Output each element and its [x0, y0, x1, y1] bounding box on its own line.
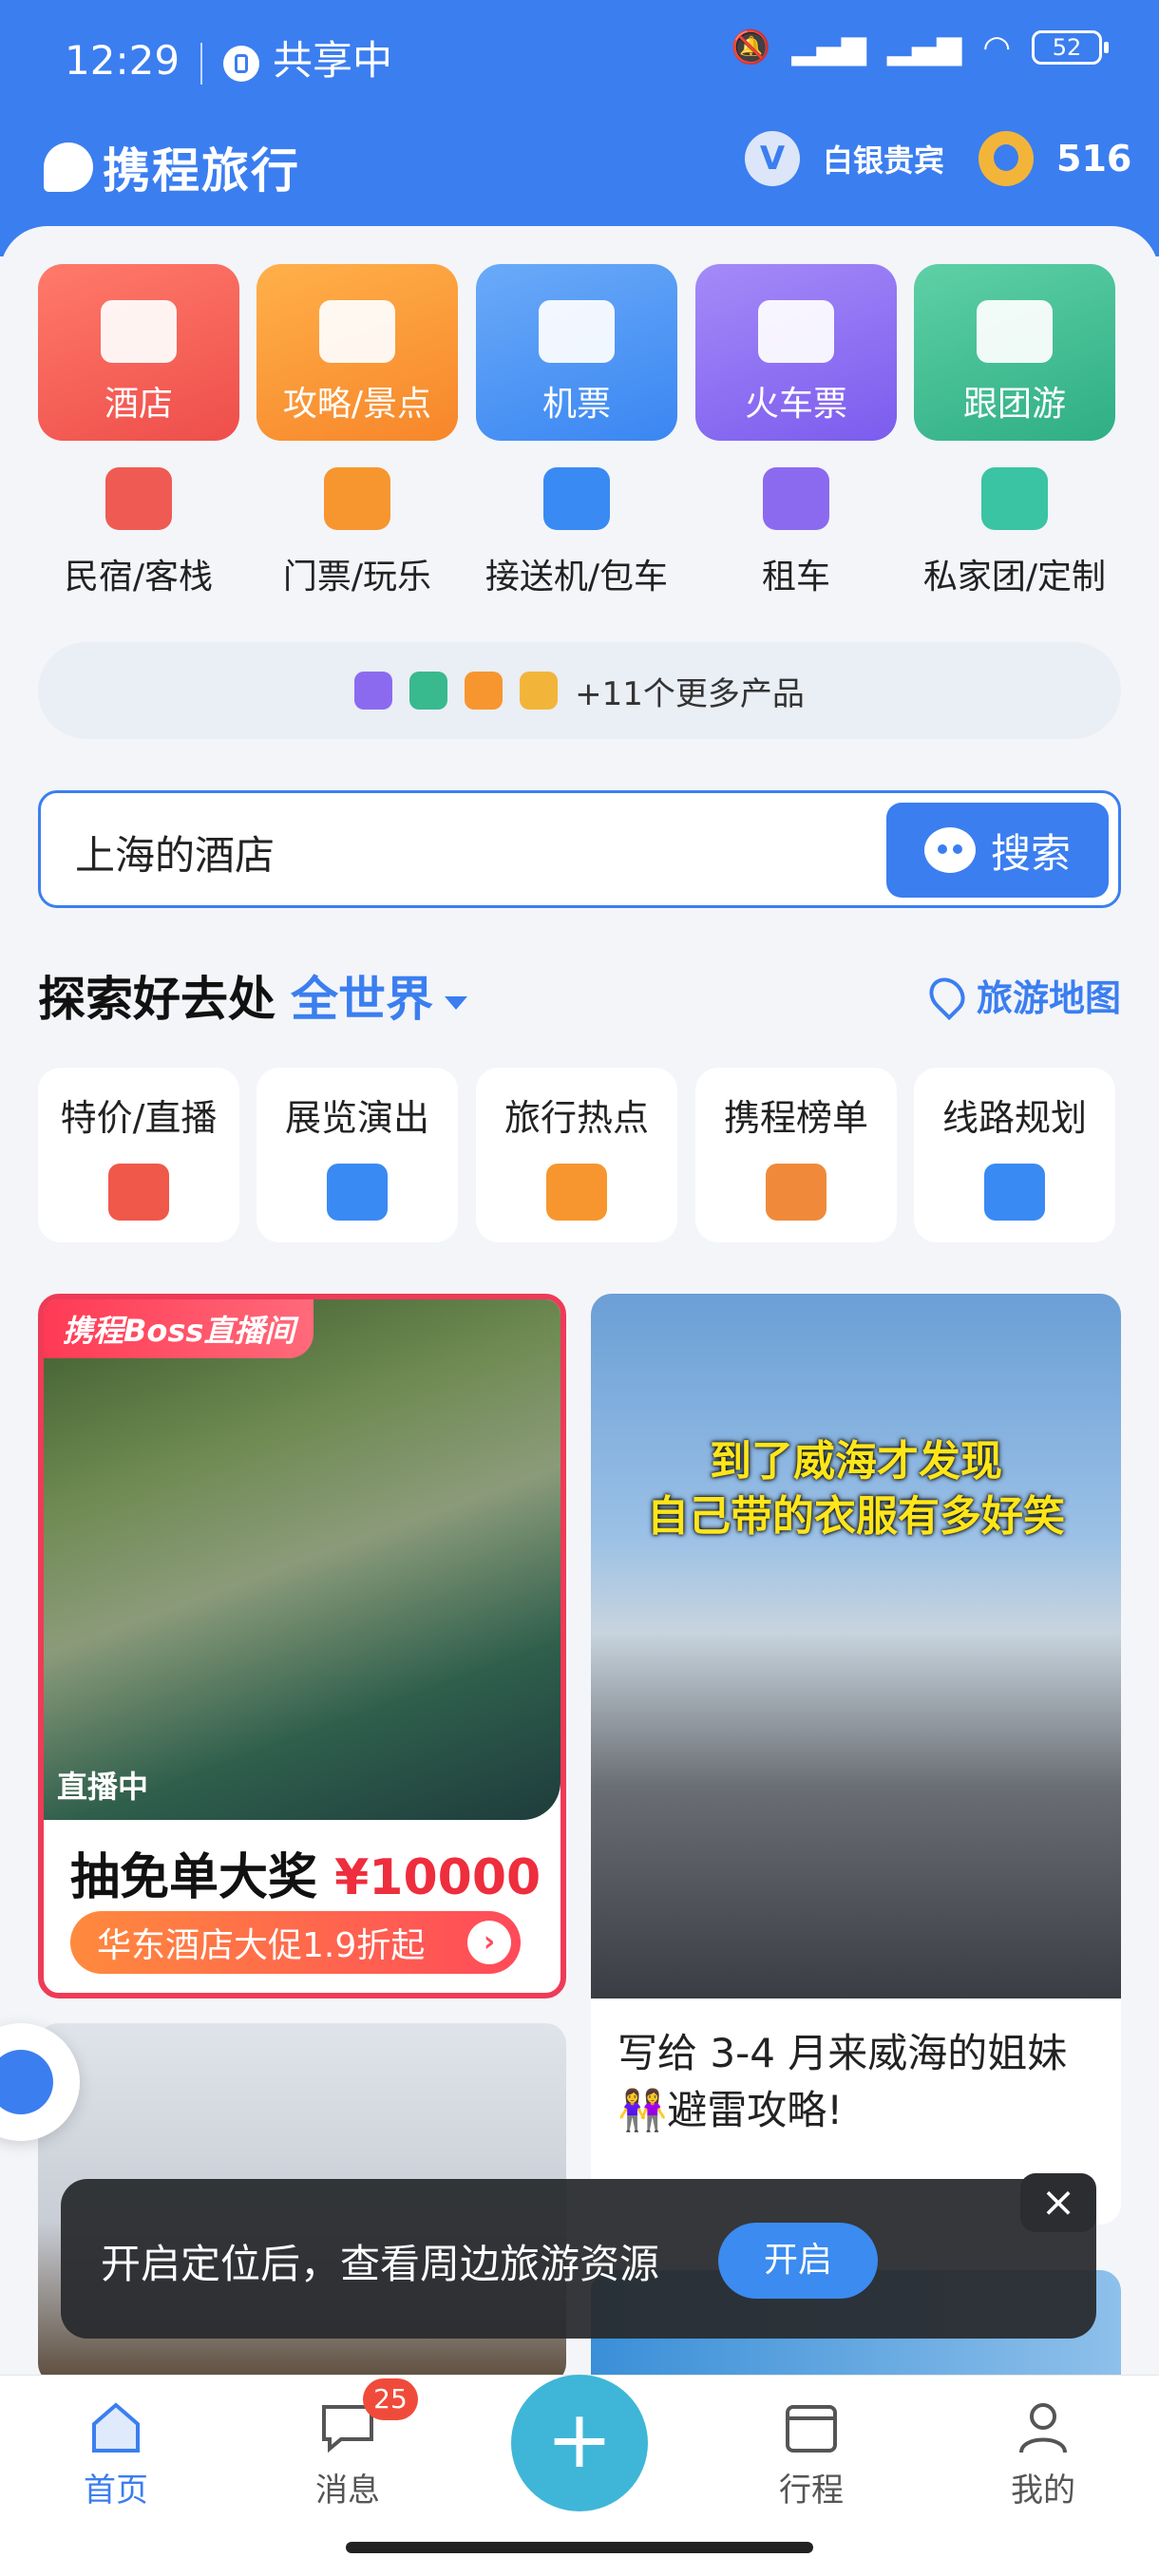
chip-hot-spots[interactable]: 旅行热点: [476, 1068, 677, 1242]
sub-car-rental[interactable]: 租车: [687, 467, 905, 598]
live-room-tag: 携程Boss直播间: [44, 1299, 314, 1358]
member-level[interactable]: V 白银贵宾: [745, 131, 944, 186]
promo-title: 抽免单大奖 ¥10000: [70, 1849, 542, 1906]
points[interactable]: 516: [978, 131, 1131, 186]
tab-trips[interactable]: 行程: [735, 2396, 887, 2510]
category-tour[interactable]: 跟团游: [914, 264, 1115, 441]
category-train[interactable]: 火车票: [695, 264, 897, 441]
coin-icon: [978, 131, 1034, 186]
house-icon: [105, 467, 172, 530]
chip-deals-live[interactable]: 特价/直播: [38, 1068, 239, 1242]
category-hotel[interactable]: 酒店: [38, 264, 239, 441]
more-products-bar[interactable]: +11个更多产品: [38, 642, 1121, 739]
wifi-icon: ◠: [982, 28, 1011, 66]
ranking-icon: [766, 1164, 826, 1221]
music-note-icon: [327, 1164, 388, 1221]
book-icon: [319, 300, 395, 363]
toast-message: 开启定位后，查看周边旅游资源: [101, 2241, 660, 2287]
close-icon[interactable]: ×: [1020, 2173, 1096, 2232]
robot-icon: [923, 827, 976, 873]
visa-icon: [465, 672, 504, 710]
post-title: 写给 3-4 月来威海的姐妹👭避雷攻略!: [618, 2030, 1068, 2133]
ctrip-logo: 携程旅行: [44, 133, 300, 201]
calendar-icon: [786, 2405, 837, 2453]
message-badge: 25: [363, 2378, 418, 2420]
chip-route-planning[interactable]: 线路规划: [914, 1068, 1115, 1242]
dolphin-logo-icon: [44, 142, 93, 192]
sub-private-tour[interactable]: 私家团/定制: [905, 467, 1124, 598]
user-icon: [1019, 2403, 1067, 2453]
sub-homestay[interactable]: 民宿/客栈: [29, 467, 248, 598]
signal-icon-2: ▂▄▆: [886, 28, 962, 66]
home-indicator[interactable]: [346, 2542, 813, 2553]
signal-icon: ▂▄▆: [791, 28, 866, 66]
home-icon: [92, 2402, 140, 2453]
tag-icon: [108, 1164, 169, 1221]
resort-aerial-image: [44, 1299, 560, 1820]
bus-icon: [354, 672, 393, 710]
live-indicator: 直播中: [57, 1769, 149, 1805]
vip-badge-icon: V: [745, 131, 800, 186]
mute-bell-icon: 🔕: [731, 28, 771, 66]
map-fold-icon: [546, 1164, 607, 1221]
tab-mine[interactable]: 我的: [967, 2396, 1119, 2510]
region-selector[interactable]: 全世界: [291, 972, 433, 1027]
arrow-right-icon: ›: [467, 1921, 511, 1964]
post-card[interactable]: 到了威海才发现 自己带的衣服有多好笑 写给 3-4 月来威海的姐妹👭避雷攻略!: [591, 1294, 1121, 2225]
weihai-photo: [591, 1294, 1121, 1998]
status-bar: 12:29 共享中: [65, 28, 392, 86]
money-bag-icon: [520, 672, 559, 710]
hotel-icon: [101, 300, 177, 363]
category-flight[interactable]: 机票: [476, 264, 677, 441]
route-icon: [984, 1164, 1045, 1221]
search-input[interactable]: 上海的酒店: [75, 824, 275, 881]
sale-banner[interactable]: 华东酒店大促1.9折起 ›: [70, 1911, 521, 1974]
diamond-person-icon: [981, 467, 1048, 530]
palm-tree-icon: [977, 300, 1053, 363]
caret-down-icon[interactable]: [445, 995, 467, 1010]
photo-caption: 到了威海才发现 自己带的衣服有多好笑: [647, 1437, 1065, 1541]
status-share: 共享中: [273, 37, 393, 84]
rental-car-icon: [763, 467, 829, 530]
chip-rankings[interactable]: 携程榜单: [695, 1068, 897, 1242]
category-guide[interactable]: 攻略/景点: [256, 264, 458, 441]
live-stream-card[interactable]: 携程Boss直播间 直播中 抽免单大奖 ¥10000 华东酒店大促1.9折起 ›: [38, 1294, 566, 1998]
search-box[interactable]: 上海的酒店 搜索: [38, 790, 1121, 908]
ship-icon: [409, 672, 448, 710]
tab-home[interactable]: 首页: [40, 2396, 192, 2510]
car-icon: [543, 467, 610, 530]
sub-transfer[interactable]: 接送机/包车: [467, 467, 686, 598]
search-button[interactable]: 搜索: [886, 803, 1109, 898]
explore-heading: 探索好去处 全世界: [38, 961, 467, 1030]
system-icons: 🔕 ▂▄▆ ▂▄▆ ◠ 52: [731, 28, 1109, 66]
enable-location-button[interactable]: 开启: [718, 2223, 878, 2299]
chip-exhibitions[interactable]: 展览演出: [256, 1068, 458, 1242]
screen-share-icon: [223, 45, 260, 82]
sub-tickets[interactable]: 门票/玩乐: [248, 467, 466, 598]
travel-map-link[interactable]: 旅游地图: [922, 969, 1121, 1021]
location-toast: 开启定位后，查看周边旅游资源 开启 ×: [61, 2173, 1096, 2339]
status-time: 12:29: [65, 37, 180, 84]
plane-icon: [539, 300, 615, 363]
ticket-icon: [324, 467, 390, 530]
train-icon: [758, 300, 834, 363]
battery-icon: 52: [1032, 30, 1109, 65]
add-button[interactable]: +: [511, 2375, 648, 2511]
